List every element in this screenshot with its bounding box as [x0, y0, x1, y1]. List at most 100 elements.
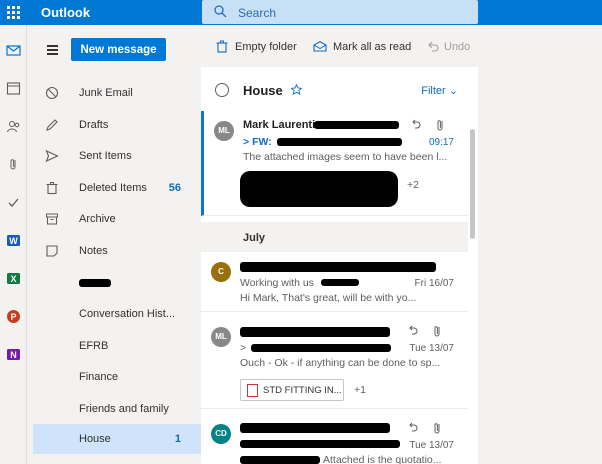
reply-icon[interactable] [409, 119, 421, 130]
list-item[interactable]: CD Tue 13/07 Attached is the quotatio... [201, 414, 468, 464]
attachment-name: STD FITTING IN... [263, 385, 342, 396]
folder-archive[interactable]: Archive [33, 204, 201, 234]
onenote-icon[interactable]: N [6, 347, 21, 362]
message-preview: The attached images seem to have been l.… [243, 151, 448, 163]
word-icon[interactable]: W [6, 233, 21, 248]
reply-icon[interactable] [406, 325, 418, 336]
send-icon [45, 149, 59, 163]
note-icon [46, 245, 58, 257]
list-item[interactable]: ML Mark Laurenti: > FW: 09:17 The attach… [201, 111, 468, 216]
app-title[interactable]: Outlook [41, 5, 90, 20]
list-item[interactable]: C Working with us Fri 16/07 Hi Mark, Tha… [201, 252, 468, 312]
folder-label: Conversation Hist... [79, 308, 175, 320]
folder-pane: New message Junk Email Drafts Sent Items… [27, 25, 201, 464]
folder-friends-and-family[interactable]: Friends and family [33, 394, 201, 424]
svg-text:P: P [10, 312, 16, 322]
folder-conversation-history[interactable]: Conversation Hist... [33, 299, 201, 329]
filter-button[interactable]: Filter ⌄ [421, 84, 458, 97]
folder-label: Deleted Items [79, 182, 147, 194]
envelope-open-icon[interactable] [313, 41, 327, 52]
app-rail: W X P N [0, 25, 27, 464]
attachment-chip[interactable]: STD FITTING IN... [240, 379, 344, 401]
top-bar: Outlook Search [0, 0, 602, 25]
calendar-icon[interactable] [6, 81, 21, 96]
message-time: Fri 16/07 [414, 278, 454, 289]
svg-text:W: W [9, 236, 18, 246]
message-time: Tue 13/07 [409, 440, 454, 451]
folder-efrb[interactable]: EFRB [33, 331, 201, 361]
more-attachments[interactable]: +2 [407, 179, 419, 191]
select-all-checkbox[interactable] [215, 83, 229, 97]
folder-redacted[interactable] [33, 268, 201, 298]
powerpoint-icon[interactable]: P [6, 309, 21, 324]
more-attachments[interactable]: +1 [354, 384, 366, 396]
folder-label: Notes [79, 245, 108, 257]
trash-icon[interactable] [216, 40, 228, 53]
scrollbar-thumb[interactable] [470, 129, 475, 239]
redaction [314, 121, 399, 129]
folder-label: EFRB [79, 340, 109, 352]
message-time: Tue 13/07 [409, 343, 454, 354]
app-launcher-icon[interactable] [0, 0, 27, 25]
avatar: ML [214, 121, 234, 141]
message-list: House Filter ⌄ ML Mark Laurenti: > FW: 0… [201, 67, 478, 464]
people-icon[interactable] [6, 119, 21, 134]
folder-deleted-items[interactable]: Deleted Items 56 [33, 173, 201, 203]
svg-text:X: X [10, 274, 16, 284]
reading-pane [478, 67, 602, 464]
undo-button: Undo [444, 41, 471, 53]
new-message-button[interactable]: New message [71, 38, 166, 61]
unread-count: 1 [174, 433, 181, 445]
chevron-down-icon: ⌄ [448, 85, 458, 97]
group-label: July [243, 232, 266, 244]
attachment-icon [437, 120, 443, 131]
folder-notes[interactable]: Notes [33, 236, 201, 266]
folder-label: Finance [79, 371, 119, 383]
message-subject: Working with us [240, 277, 314, 289]
mark-all-read-button[interactable]: Mark all as read [333, 41, 411, 53]
favorite-star-icon[interactable] [291, 84, 302, 95]
redaction [240, 456, 320, 464]
list-scrollbar[interactable] [468, 111, 478, 464]
folder-label: House [79, 433, 111, 445]
redaction [277, 138, 402, 146]
folder-title: House [243, 83, 283, 98]
excel-icon[interactable]: X [6, 271, 21, 286]
redaction [240, 262, 436, 272]
redaction [251, 344, 391, 352]
search-placeholder: Search [238, 6, 277, 20]
redaction [79, 279, 111, 287]
mail-icon[interactable] [6, 43, 21, 58]
folder-label: Sent Items [79, 150, 132, 162]
folder-label: Archive [79, 213, 116, 225]
folder-drafts[interactable]: Drafts [33, 110, 201, 140]
trash-icon [46, 182, 58, 195]
attachment-icon[interactable] [6, 157, 21, 172]
redaction [240, 171, 398, 207]
subject-prefix: FW: [252, 136, 272, 148]
message-time: 09:17 [428, 137, 454, 148]
list-header: House Filter ⌄ [201, 67, 478, 111]
pencil-icon [46, 119, 58, 131]
command-bar: Empty folder Mark all as read Undo [201, 25, 602, 67]
message-subject-chevron: > FW: [243, 136, 272, 148]
archive-icon [46, 213, 58, 225]
block-icon [45, 86, 59, 100]
message-preview: Ouch - Ok - if anything can be done to s… [240, 357, 441, 369]
redaction [240, 440, 400, 448]
redaction [240, 423, 390, 433]
search-box[interactable]: Search [202, 0, 478, 24]
list-item[interactable]: ML > Tue 13/07 Ouch - Ok - if anything c… [201, 317, 468, 409]
attachment-icon [434, 326, 440, 337]
folder-finance[interactable]: Finance [33, 362, 201, 392]
folder-sent-items[interactable]: Sent Items [33, 141, 201, 171]
empty-folder-button[interactable]: Empty folder [235, 41, 297, 53]
hamburger-menu-icon[interactable] [47, 45, 58, 57]
todo-icon[interactable] [6, 195, 21, 210]
redaction [321, 279, 359, 286]
reply-icon[interactable] [406, 422, 418, 433]
redaction [240, 327, 390, 337]
expand-thread-chevron[interactable]: > [240, 342, 246, 354]
folder-junk-email[interactable]: Junk Email [33, 78, 201, 108]
folder-house[interactable]: House 1 [33, 424, 201, 454]
